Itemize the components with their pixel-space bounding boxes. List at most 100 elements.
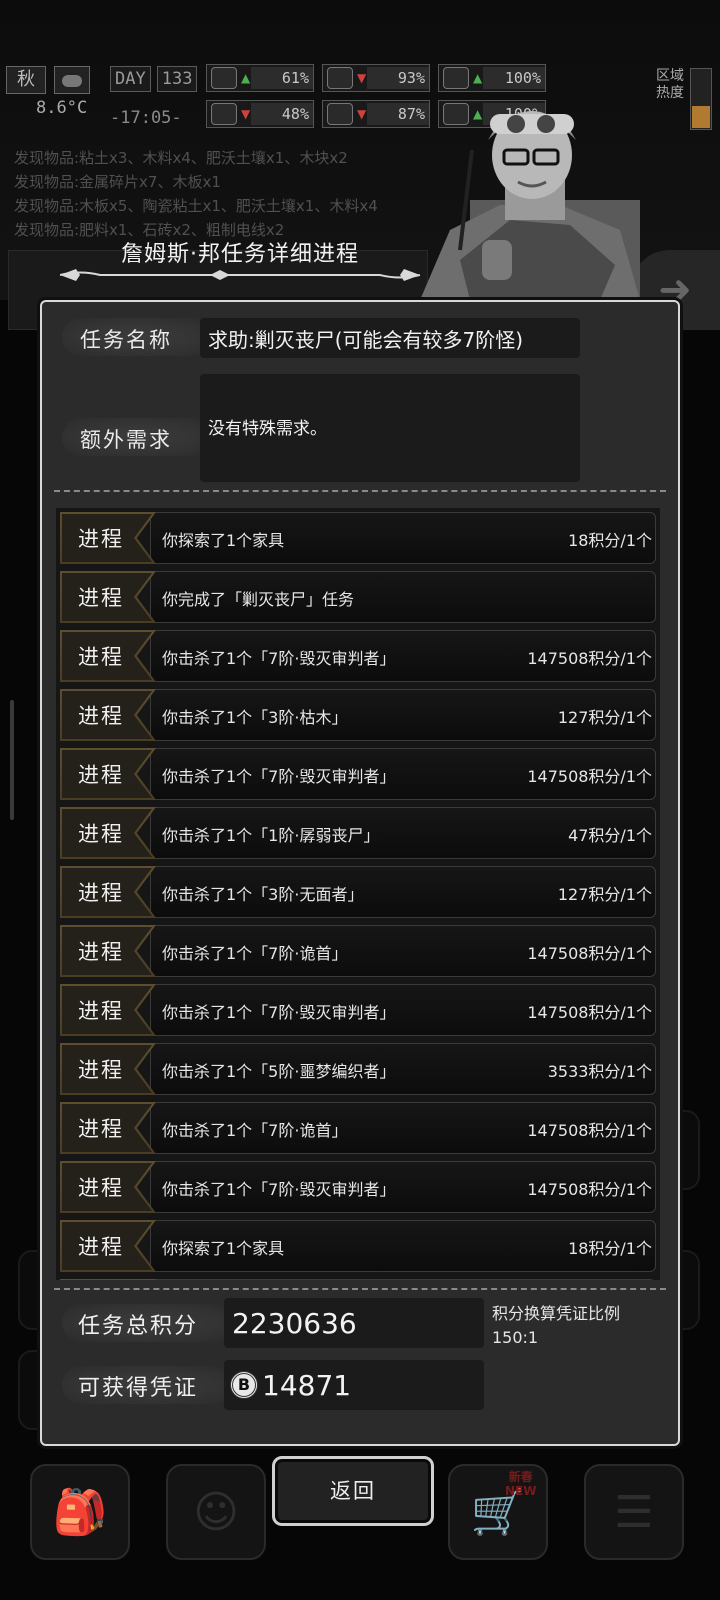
progress-description: 你击杀了1个「7阶·毁灭审判者」 — [162, 1003, 396, 1022]
progress-points: 3533积分/1个 — [547, 1062, 652, 1081]
progress-tag: 进程 — [60, 925, 156, 977]
progress-points: 127积分/1个 — [557, 885, 652, 904]
progress-description: 你击杀了1个「3阶·无面者」 — [162, 885, 364, 904]
progress-points: 147508积分/1个 — [527, 649, 652, 668]
energy-value: 100% — [483, 67, 545, 89]
progress-tag: 进程 — [60, 1220, 156, 1272]
task-progress-dialog: 任务名称 求助:剿灭丧尸(可能会有较多7阶怪) 额外需求 没有特殊需求。 进程 … — [40, 300, 680, 1446]
nav-backpack: 🎒 — [30, 1464, 130, 1560]
progress-row: 进程 你击杀了1个「3阶·枯木」 127积分/1个 — [60, 689, 656, 741]
progress-row: 进程 你击杀了1个「7阶·毁灭审判者」 147508积分/1个 — [60, 630, 656, 682]
progress-points: 147508积分/1个 — [527, 1003, 652, 1022]
log-line: 发现物品:金属碎片x7、木板x1 — [14, 173, 221, 191]
cloudy-weather-icon — [54, 66, 90, 94]
progress-tag: 进程 — [60, 1043, 156, 1095]
stomach-icon — [327, 67, 353, 89]
back-button[interactable]: 返回 — [272, 1456, 434, 1526]
health-stat: ▲ 61% — [206, 64, 314, 92]
trend-down-icon: ▼ — [357, 107, 367, 121]
region-heat-bar — [690, 68, 712, 130]
trend-down-icon: ▼ — [357, 71, 367, 85]
day-number: 133 — [156, 66, 198, 92]
progress-description: 你击杀了1个「7阶·毁灭审判者」 — [162, 649, 396, 668]
progress-row: 进程 你击杀了1个「7阶·诡首」 147508积分/1个 — [60, 925, 656, 977]
trend-down-icon: ▼ — [241, 107, 251, 121]
thirst-stat: ▼ 87% — [322, 100, 430, 128]
progress-points: 147508积分/1个 — [527, 767, 652, 786]
health-value: 61% — [251, 67, 313, 89]
progress-description: 你击杀了1个「1阶·孱弱丧尸」 — [162, 826, 380, 845]
progress-description: 你探索了1个家具 — [162, 531, 285, 550]
extra-requirement-field: 没有特殊需求。 — [200, 374, 580, 482]
npc-portrait — [420, 111, 640, 300]
log-line: 发现物品:木板x5、陶瓷粘土x1、肥沃土壤x1、木料x4 — [14, 197, 378, 215]
progress-tag: 进程 — [60, 866, 156, 918]
progress-tag: 进程 — [60, 689, 156, 741]
hunger-stat: ▼ 93% — [322, 64, 430, 92]
progress-row: 进程 你探索了1个家具 18积分/1个 — [60, 512, 656, 564]
clock-readout: -17:05- — [110, 108, 182, 128]
progress-row: 进程 你探索了1个家具 18积分/1个 — [60, 1220, 656, 1272]
progress-description: 你完成了「剿灭丧尸」任务 — [162, 590, 355, 609]
progress-description: 你击杀了1个「3阶·枯木」 — [162, 708, 348, 727]
progress-row — [60, 1279, 656, 1280]
progress-description: 你击杀了1个「5阶·噩梦编织者」 — [162, 1062, 396, 1081]
progress-tag: 进程 — [60, 1102, 156, 1154]
medkit-icon — [211, 67, 237, 89]
progress-description: 你击杀了1个「7阶·毁灭审判者」 — [162, 767, 396, 786]
progress-row: 进程 你击杀了1个「7阶·毁灭审判者」 147508积分/1个 — [60, 984, 656, 1036]
day-label: DAY — [110, 66, 151, 92]
progress-tag: 进程 — [60, 512, 156, 564]
dialog-title-banner: 詹姆斯·邦任务详细进程 — [60, 226, 420, 286]
nav-skills: ☺ — [166, 1464, 266, 1560]
log-line: 发现物品:粘土x3、木料x4、肥沃土壤x1、木块x2 — [14, 149, 348, 167]
trend-up-icon: ▲ — [241, 71, 251, 85]
progress-tag: 进程 — [60, 748, 156, 800]
conversion-ratio-label: 积分换算凭证比例 — [492, 1304, 621, 1323]
progress-points: 127积分/1个 — [557, 708, 652, 727]
day-counter: DAY 133 — [110, 66, 198, 92]
progress-description: 你击杀了1个「7阶·毁灭审判者」 — [162, 1180, 396, 1199]
sanity-stat: ▼ 48% — [206, 100, 314, 128]
menu-list-icon: ☰ — [614, 1486, 654, 1538]
progress-points: 18积分/1个 — [568, 1239, 652, 1258]
progress-points: 18积分/1个 — [568, 531, 652, 550]
backpack-icon: 🎒 — [52, 1487, 108, 1538]
temperature-readout: 8.6°C — [36, 98, 88, 118]
region-heat-label: 区域 热度 — [656, 68, 684, 101]
total-points-field: 2230636 — [224, 1298, 484, 1348]
progress-list[interactable]: 进程 你探索了1个家具 18积分/1个 进程 你完成了「剿灭丧尸」任务 进程 你… — [56, 508, 660, 1280]
progress-points: 147508积分/1个 — [527, 1180, 652, 1199]
progress-tag: 进程 — [60, 807, 156, 859]
battery-icon — [443, 67, 469, 89]
progress-tag — [60, 1279, 156, 1280]
voucher-label: 可获得凭证 — [78, 1376, 199, 1401]
scrollbar — [10, 700, 14, 820]
progress-tag: 进程 — [60, 984, 156, 1036]
progress-row: 进程 你击杀了1个「5阶·噩梦编织者」 3533积分/1个 — [60, 1043, 656, 1095]
new-badge: 新春 NEW — [505, 1470, 537, 1498]
progress-description: 你探索了1个家具 — [162, 1239, 285, 1258]
progress-points: 147508积分/1个 — [527, 1121, 652, 1140]
progress-row: 进程 你完成了「剿灭丧尸」任务 — [60, 571, 656, 623]
progress-row: 进程 你击杀了1个「7阶·诡首」 147508积分/1个 — [60, 1102, 656, 1154]
extra-requirement-label: 额外需求 — [80, 428, 172, 452]
voucher-field: B 14871 — [224, 1360, 484, 1410]
title-underline-ornament — [60, 269, 420, 281]
total-points-label: 任务总积分 — [78, 1314, 199, 1339]
dialog-title: 詹姆斯·邦任务详细进程 — [121, 242, 359, 267]
progress-tag: 进程 — [60, 571, 156, 623]
nav-menu: ☰ — [584, 1464, 684, 1560]
progress-description: 你击杀了1个「7阶·诡首」 — [162, 1121, 348, 1140]
progress-points: 147508积分/1个 — [527, 944, 652, 963]
season-indicator: 秋 — [6, 66, 46, 94]
water-drop-icon — [327, 103, 353, 125]
progress-tag: 进程 — [60, 630, 156, 682]
task-name-label: 任务名称 — [80, 328, 172, 352]
hunger-value: 93% — [367, 67, 429, 89]
energy-stat: ▲ 100% — [438, 64, 546, 92]
voucher-value: 14871 — [262, 1368, 352, 1402]
conversion-ratio: 积分换算凭证比例 150:1 — [492, 1302, 620, 1350]
progress-row: 进程 你击杀了1个「7阶·毁灭审判者」 147508积分/1个 — [60, 1161, 656, 1213]
progress-row: 进程 你击杀了1个「7阶·毁灭审判者」 147508积分/1个 — [60, 748, 656, 800]
